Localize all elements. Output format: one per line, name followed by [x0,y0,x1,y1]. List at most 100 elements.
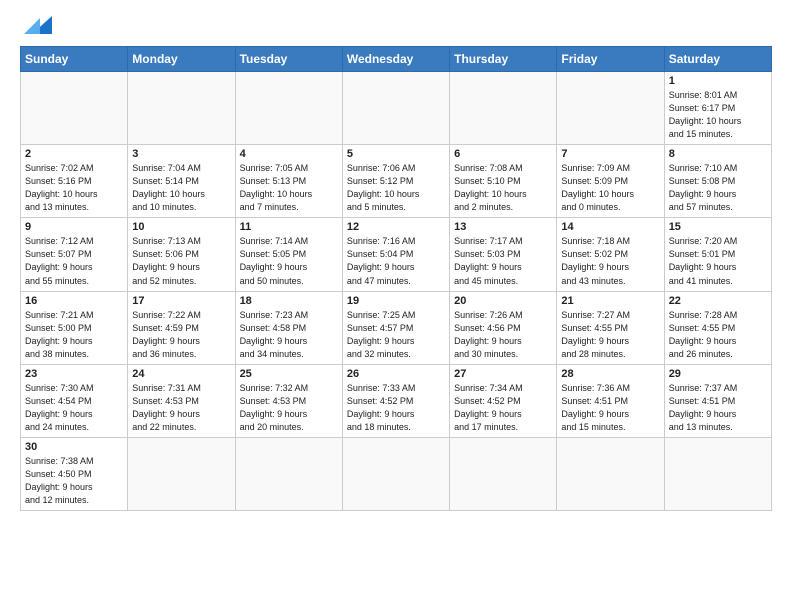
calendar-week-1: 1Sunrise: 8:01 AM Sunset: 6:17 PM Daylig… [21,72,772,145]
calendar-cell [557,437,664,510]
day-info: Sunrise: 7:31 AM Sunset: 4:53 PM Dayligh… [132,382,230,434]
day-info: Sunrise: 8:01 AM Sunset: 6:17 PM Dayligh… [669,89,767,141]
day-number: 20 [454,295,552,307]
day-number: 27 [454,368,552,380]
day-info: Sunrise: 7:09 AM Sunset: 5:09 PM Dayligh… [561,162,659,214]
day-number: 30 [25,441,123,453]
day-number: 29 [669,368,767,380]
day-info: Sunrise: 7:34 AM Sunset: 4:52 PM Dayligh… [454,382,552,434]
day-number: 28 [561,368,659,380]
calendar-cell [128,72,235,145]
calendar-cell [21,72,128,145]
calendar-cell: 29Sunrise: 7:37 AM Sunset: 4:51 PM Dayli… [664,364,771,437]
calendar-cell: 5 Sunrise: 7:06 AM Sunset: 5:12 PM Daylig… [342,145,449,218]
day-info: Sunrise: 7:23 AM Sunset: 4:58 PM Dayligh… [240,309,338,361]
calendar-week-6: 30 Sunrise: 7:38 AM Sunset: 4:50 PM Dayli… [21,437,772,510]
day-number: 6 [454,148,552,160]
calendar-cell: 12 Sunrise: 7:16 AM Sunset: 5:04 PM Dayli… [342,218,449,291]
calendar-cell [342,72,449,145]
weekday-header-friday: Friday [557,47,664,72]
day-info: Sunrise: 7:28 AM Sunset: 4:55 PM Dayligh… [669,309,767,361]
day-info: Sunrise: 7:38 AM Sunset: 4:50 PM Dayligh… [25,455,123,507]
day-number: 23 [25,368,123,380]
day-info: Sunrise: 7:36 AM Sunset: 4:51 PM Dayligh… [561,382,659,434]
calendar-cell [664,437,771,510]
calendar-cell [235,437,342,510]
day-info: Sunrise: 7:13 AM Sunset: 5:06 PM Dayligh… [132,235,230,287]
calendar-cell: 9 Sunrise: 7:12 AM Sunset: 5:07 PM Daylig… [21,218,128,291]
day-number: 13 [454,221,552,233]
calendar-cell: 6Sunrise: 7:08 AM Sunset: 5:10 PM Daylig… [450,145,557,218]
logo [20,16,54,36]
weekday-header-sunday: Sunday [21,47,128,72]
weekday-header-thursday: Thursday [450,47,557,72]
day-number: 4 [240,148,338,160]
calendar-cell: 22 Sunrise: 7:28 AM Sunset: 4:55 PM Dayli… [664,291,771,364]
day-info: Sunrise: 7:32 AM Sunset: 4:53 PM Dayligh… [240,382,338,434]
day-number: 11 [240,221,338,233]
header [20,16,772,36]
page: SundayMondayTuesdayWednesdayThursdayFrid… [0,0,792,521]
day-number: 9 [25,221,123,233]
weekday-header-tuesday: Tuesday [235,47,342,72]
day-info: Sunrise: 7:05 AM Sunset: 5:13 PM Dayligh… [240,162,338,214]
day-number: 12 [347,221,445,233]
day-info: Sunrise: 7:16 AM Sunset: 5:04 PM Dayligh… [347,235,445,287]
day-info: Sunrise: 7:27 AM Sunset: 4:55 PM Dayligh… [561,309,659,361]
weekday-header-monday: Monday [128,47,235,72]
calendar-cell [128,437,235,510]
day-number: 19 [347,295,445,307]
weekday-header-row: SundayMondayTuesdayWednesdayThursdayFrid… [21,47,772,72]
calendar-cell [450,72,557,145]
day-number: 24 [132,368,230,380]
calendar-cell [342,437,449,510]
calendar-cell: 24 Sunrise: 7:31 AM Sunset: 4:53 PM Dayli… [128,364,235,437]
day-number: 18 [240,295,338,307]
calendar-cell: 23 Sunrise: 7:30 AM Sunset: 4:54 PM Dayli… [21,364,128,437]
day-info: Sunrise: 7:10 AM Sunset: 5:08 PM Dayligh… [669,162,767,214]
day-info: Sunrise: 7:30 AM Sunset: 4:54 PM Dayligh… [25,382,123,434]
calendar-cell: 21 Sunrise: 7:27 AM Sunset: 4:55 PM Dayli… [557,291,664,364]
day-info: Sunrise: 7:20 AM Sunset: 5:01 PM Dayligh… [669,235,767,287]
calendar-week-5: 23 Sunrise: 7:30 AM Sunset: 4:54 PM Dayli… [21,364,772,437]
calendar-cell: 10Sunrise: 7:13 AM Sunset: 5:06 PM Dayli… [128,218,235,291]
calendar-cell: 26 Sunrise: 7:33 AM Sunset: 4:52 PM Dayli… [342,364,449,437]
calendar-cell: 19 Sunrise: 7:25 AM Sunset: 4:57 PM Dayli… [342,291,449,364]
day-info: Sunrise: 7:26 AM Sunset: 4:56 PM Dayligh… [454,309,552,361]
calendar-cell [557,72,664,145]
calendar-week-3: 9 Sunrise: 7:12 AM Sunset: 5:07 PM Daylig… [21,218,772,291]
calendar-cell [235,72,342,145]
day-info: Sunrise: 7:25 AM Sunset: 4:57 PM Dayligh… [347,309,445,361]
day-info: Sunrise: 7:33 AM Sunset: 4:52 PM Dayligh… [347,382,445,434]
day-number: 14 [561,221,659,233]
calendar-cell: 11Sunrise: 7:14 AM Sunset: 5:05 PM Dayli… [235,218,342,291]
calendar-cell: 2 Sunrise: 7:02 AM Sunset: 5:16 PM Daylig… [21,145,128,218]
calendar-cell: 15Sunrise: 7:20 AM Sunset: 5:01 PM Dayli… [664,218,771,291]
day-number: 7 [561,148,659,160]
weekday-header-saturday: Saturday [664,47,771,72]
day-number: 21 [561,295,659,307]
day-info: Sunrise: 7:02 AM Sunset: 5:16 PM Dayligh… [25,162,123,214]
calendar-cell: 13 Sunrise: 7:17 AM Sunset: 5:03 PM Dayli… [450,218,557,291]
day-number: 25 [240,368,338,380]
day-number: 2 [25,148,123,160]
day-info: Sunrise: 7:17 AM Sunset: 5:03 PM Dayligh… [454,235,552,287]
calendar-cell [450,437,557,510]
weekday-header-wednesday: Wednesday [342,47,449,72]
calendar-cell: 3 Sunrise: 7:04 AM Sunset: 5:14 PM Daylig… [128,145,235,218]
calendar-cell: 14Sunrise: 7:18 AM Sunset: 5:02 PM Dayli… [557,218,664,291]
day-info: Sunrise: 7:06 AM Sunset: 5:12 PM Dayligh… [347,162,445,214]
day-info: Sunrise: 7:12 AM Sunset: 5:07 PM Dayligh… [25,235,123,287]
day-info: Sunrise: 7:22 AM Sunset: 4:59 PM Dayligh… [132,309,230,361]
calendar-cell: 28 Sunrise: 7:36 AM Sunset: 4:51 PM Dayli… [557,364,664,437]
day-number: 3 [132,148,230,160]
calendar-cell: 30 Sunrise: 7:38 AM Sunset: 4:50 PM Dayli… [21,437,128,510]
day-number: 22 [669,295,767,307]
day-info: Sunrise: 7:04 AM Sunset: 5:14 PM Dayligh… [132,162,230,214]
day-number: 16 [25,295,123,307]
calendar-cell: 25 Sunrise: 7:32 AM Sunset: 4:53 PM Dayli… [235,364,342,437]
day-number: 26 [347,368,445,380]
day-number: 5 [347,148,445,160]
calendar-cell: 1Sunrise: 8:01 AM Sunset: 6:17 PM Daylig… [664,72,771,145]
calendar-cell: 17Sunrise: 7:22 AM Sunset: 4:59 PM Dayli… [128,291,235,364]
